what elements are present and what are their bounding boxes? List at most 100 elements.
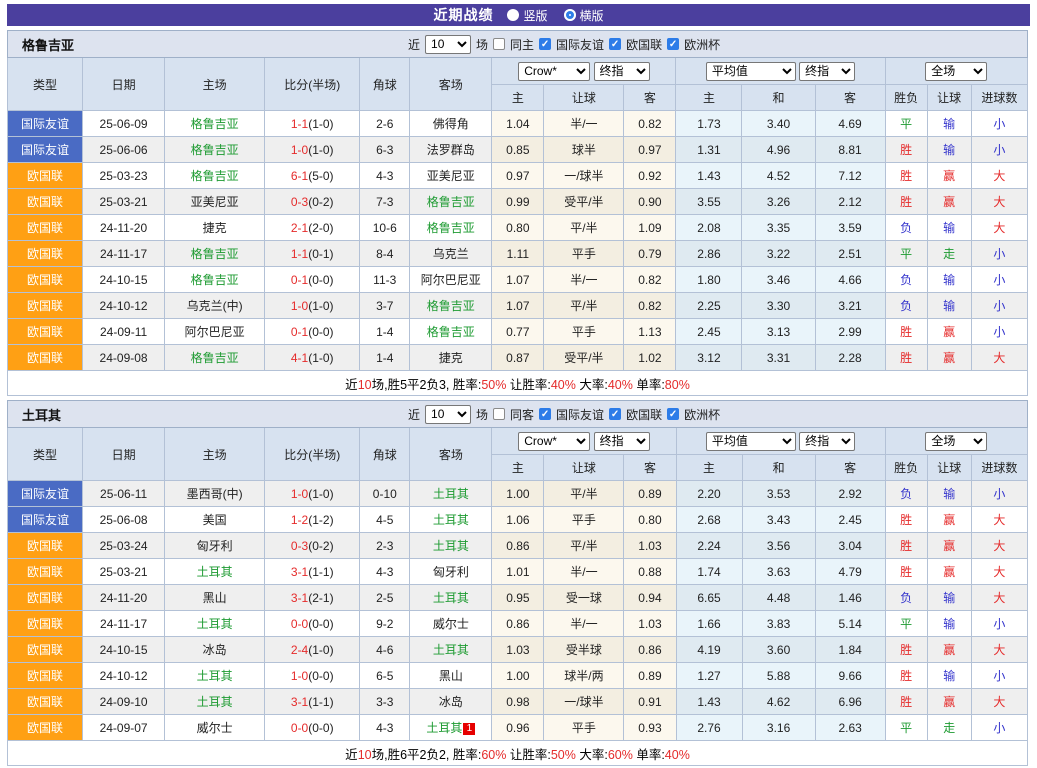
col-header: 让球 (544, 455, 624, 481)
col-header: 客 (815, 455, 885, 481)
avg-away: 2.12 (815, 189, 885, 215)
result-outcome: 负 (885, 293, 927, 319)
bookmaker-final-select[interactable]: 终指 (594, 62, 650, 81)
avg-away: 3.21 (815, 293, 885, 319)
result-outcome: 负 (885, 481, 927, 507)
competition-badge: 欧国联 (8, 715, 83, 741)
result-goals: 小 (971, 267, 1027, 293)
col-header: 客 (624, 85, 676, 111)
score-cell: 1-0(1-0) (265, 481, 360, 507)
halftime-score: (0-0) (308, 273, 333, 287)
competition-checkbox[interactable]: ✓ (539, 408, 551, 420)
odds-away: 0.82 (624, 111, 676, 137)
col-header: 让球 (544, 85, 624, 111)
corner-score: 4-5 (360, 507, 410, 533)
halftime-score: (2-1) (308, 591, 333, 605)
rounds-select[interactable]: 10 (425, 405, 471, 424)
competition-checkbox[interactable]: ✓ (609, 408, 621, 420)
competition-checkbox[interactable]: ✓ (609, 38, 621, 50)
odds-handicap: 平/半 (544, 293, 624, 319)
corner-score: 3-7 (360, 293, 410, 319)
near-label: 近 (408, 406, 420, 423)
result-goals: 大 (971, 689, 1027, 715)
avg-draw: 3.30 (742, 293, 815, 319)
result-outcome: 平 (885, 715, 927, 741)
odds-home: 0.95 (492, 585, 544, 611)
avg-draw: 3.13 (742, 319, 815, 345)
col-header: 角球 (360, 428, 410, 481)
score-cell: 0-3(0-2) (265, 189, 360, 215)
same-side-checkbox[interactable] (493, 408, 505, 420)
away-team: 格鲁吉亚 (427, 195, 475, 209)
bookmaker-select[interactable]: Crow* (518, 432, 590, 451)
result-goals: 大 (971, 215, 1027, 241)
home-team: 墨西哥(中) (187, 487, 243, 501)
result-goals: 小 (971, 111, 1027, 137)
average-final-select[interactable]: 终指 (799, 62, 855, 81)
col-header: 进球数 (971, 85, 1027, 111)
avg-draw: 3.46 (742, 267, 815, 293)
bookmaker-final-select[interactable]: 终指 (594, 432, 650, 451)
competition-checkbox[interactable]: ✓ (667, 408, 679, 420)
corner-score: 10-6 (360, 215, 410, 241)
fulltime-score: 3-1 (291, 565, 308, 579)
avg-draw: 3.40 (742, 111, 815, 137)
odds-handicap: 平手 (544, 715, 624, 741)
avg-draw: 5.88 (742, 663, 815, 689)
selects-row: 类型日期主场比分(半场)角球客场 Crow* 终指 平均值 终指 全场 (8, 58, 1028, 85)
average-final-select[interactable]: 终指 (799, 432, 855, 451)
away-team: 黑山 (439, 669, 463, 683)
result-handicap: 输 (927, 663, 971, 689)
average-select[interactable]: 平均值 (706, 62, 796, 81)
away-team: 阿尔巴尼亚 (421, 273, 481, 287)
avg-home: 2.45 (676, 319, 742, 345)
result-goals: 小 (971, 241, 1027, 267)
bookmaker-select[interactable]: Crow* (518, 62, 590, 81)
corner-score: 0-10 (360, 481, 410, 507)
competition-label: 国际友谊 (556, 36, 604, 53)
result-goals: 小 (971, 481, 1027, 507)
fulltime-score: 1-0 (291, 299, 308, 313)
scope-select[interactable]: 全场 (925, 62, 987, 81)
col-header: 客 (815, 85, 885, 111)
title-bar: 近期战绩 竖版 横版 (7, 4, 1030, 26)
competition-checkbox[interactable]: ✓ (539, 38, 551, 50)
result-outcome: 负 (885, 585, 927, 611)
col-header: 主 (676, 455, 742, 481)
radio-horizontal[interactable]: 横版 (564, 7, 604, 24)
radio-checked-icon[interactable] (564, 9, 576, 21)
avg-away: 2.99 (815, 319, 885, 345)
home-team: 土耳其 (197, 695, 233, 709)
radio-unchecked-icon[interactable] (507, 9, 519, 21)
average-select[interactable]: 平均值 (706, 432, 796, 451)
corner-score: 11-3 (360, 267, 410, 293)
col-header: 胜负 (885, 455, 927, 481)
halftime-score: (0-2) (308, 195, 333, 209)
away-team: 格鲁吉亚 (427, 221, 475, 235)
rounds-select[interactable]: 10 (425, 35, 471, 54)
scope-select[interactable]: 全场 (925, 432, 987, 451)
same-side-checkbox[interactable] (493, 38, 505, 50)
halftime-score: (1-0) (308, 117, 333, 131)
home-team: 黑山 (203, 591, 227, 605)
competition-label: 欧国联 (626, 36, 662, 53)
halftime-score: (2-0) (308, 221, 333, 235)
odds-away: 0.89 (624, 481, 676, 507)
avg-away: 4.69 (815, 111, 885, 137)
fulltime-score: 1-2 (291, 513, 308, 527)
score-cell: 1-2(1-2) (265, 507, 360, 533)
odds-home: 1.00 (492, 481, 544, 507)
result-outcome: 平 (885, 241, 927, 267)
match-row: 欧国联 24-11-20 捷克 2-1(2-0) 10-6 格鲁吉亚 0.80 … (8, 215, 1028, 241)
competition-badge: 欧国联 (8, 637, 83, 663)
odds-away: 0.92 (624, 163, 676, 189)
fulltime-score: 0-3 (291, 539, 308, 553)
away-team: 乌克兰 (433, 247, 469, 261)
match-date: 25-06-06 (83, 137, 165, 163)
radio-vertical[interactable]: 竖版 (507, 7, 547, 24)
odds-home: 1.03 (492, 637, 544, 663)
avg-away: 9.66 (815, 663, 885, 689)
halftime-score: (1-1) (308, 565, 333, 579)
section-summary: 近10场,胜5平2负3, 胜率:50% 让胜率:40% 大率:40% 单率:80… (8, 371, 1028, 396)
competition-checkbox[interactable]: ✓ (667, 38, 679, 50)
